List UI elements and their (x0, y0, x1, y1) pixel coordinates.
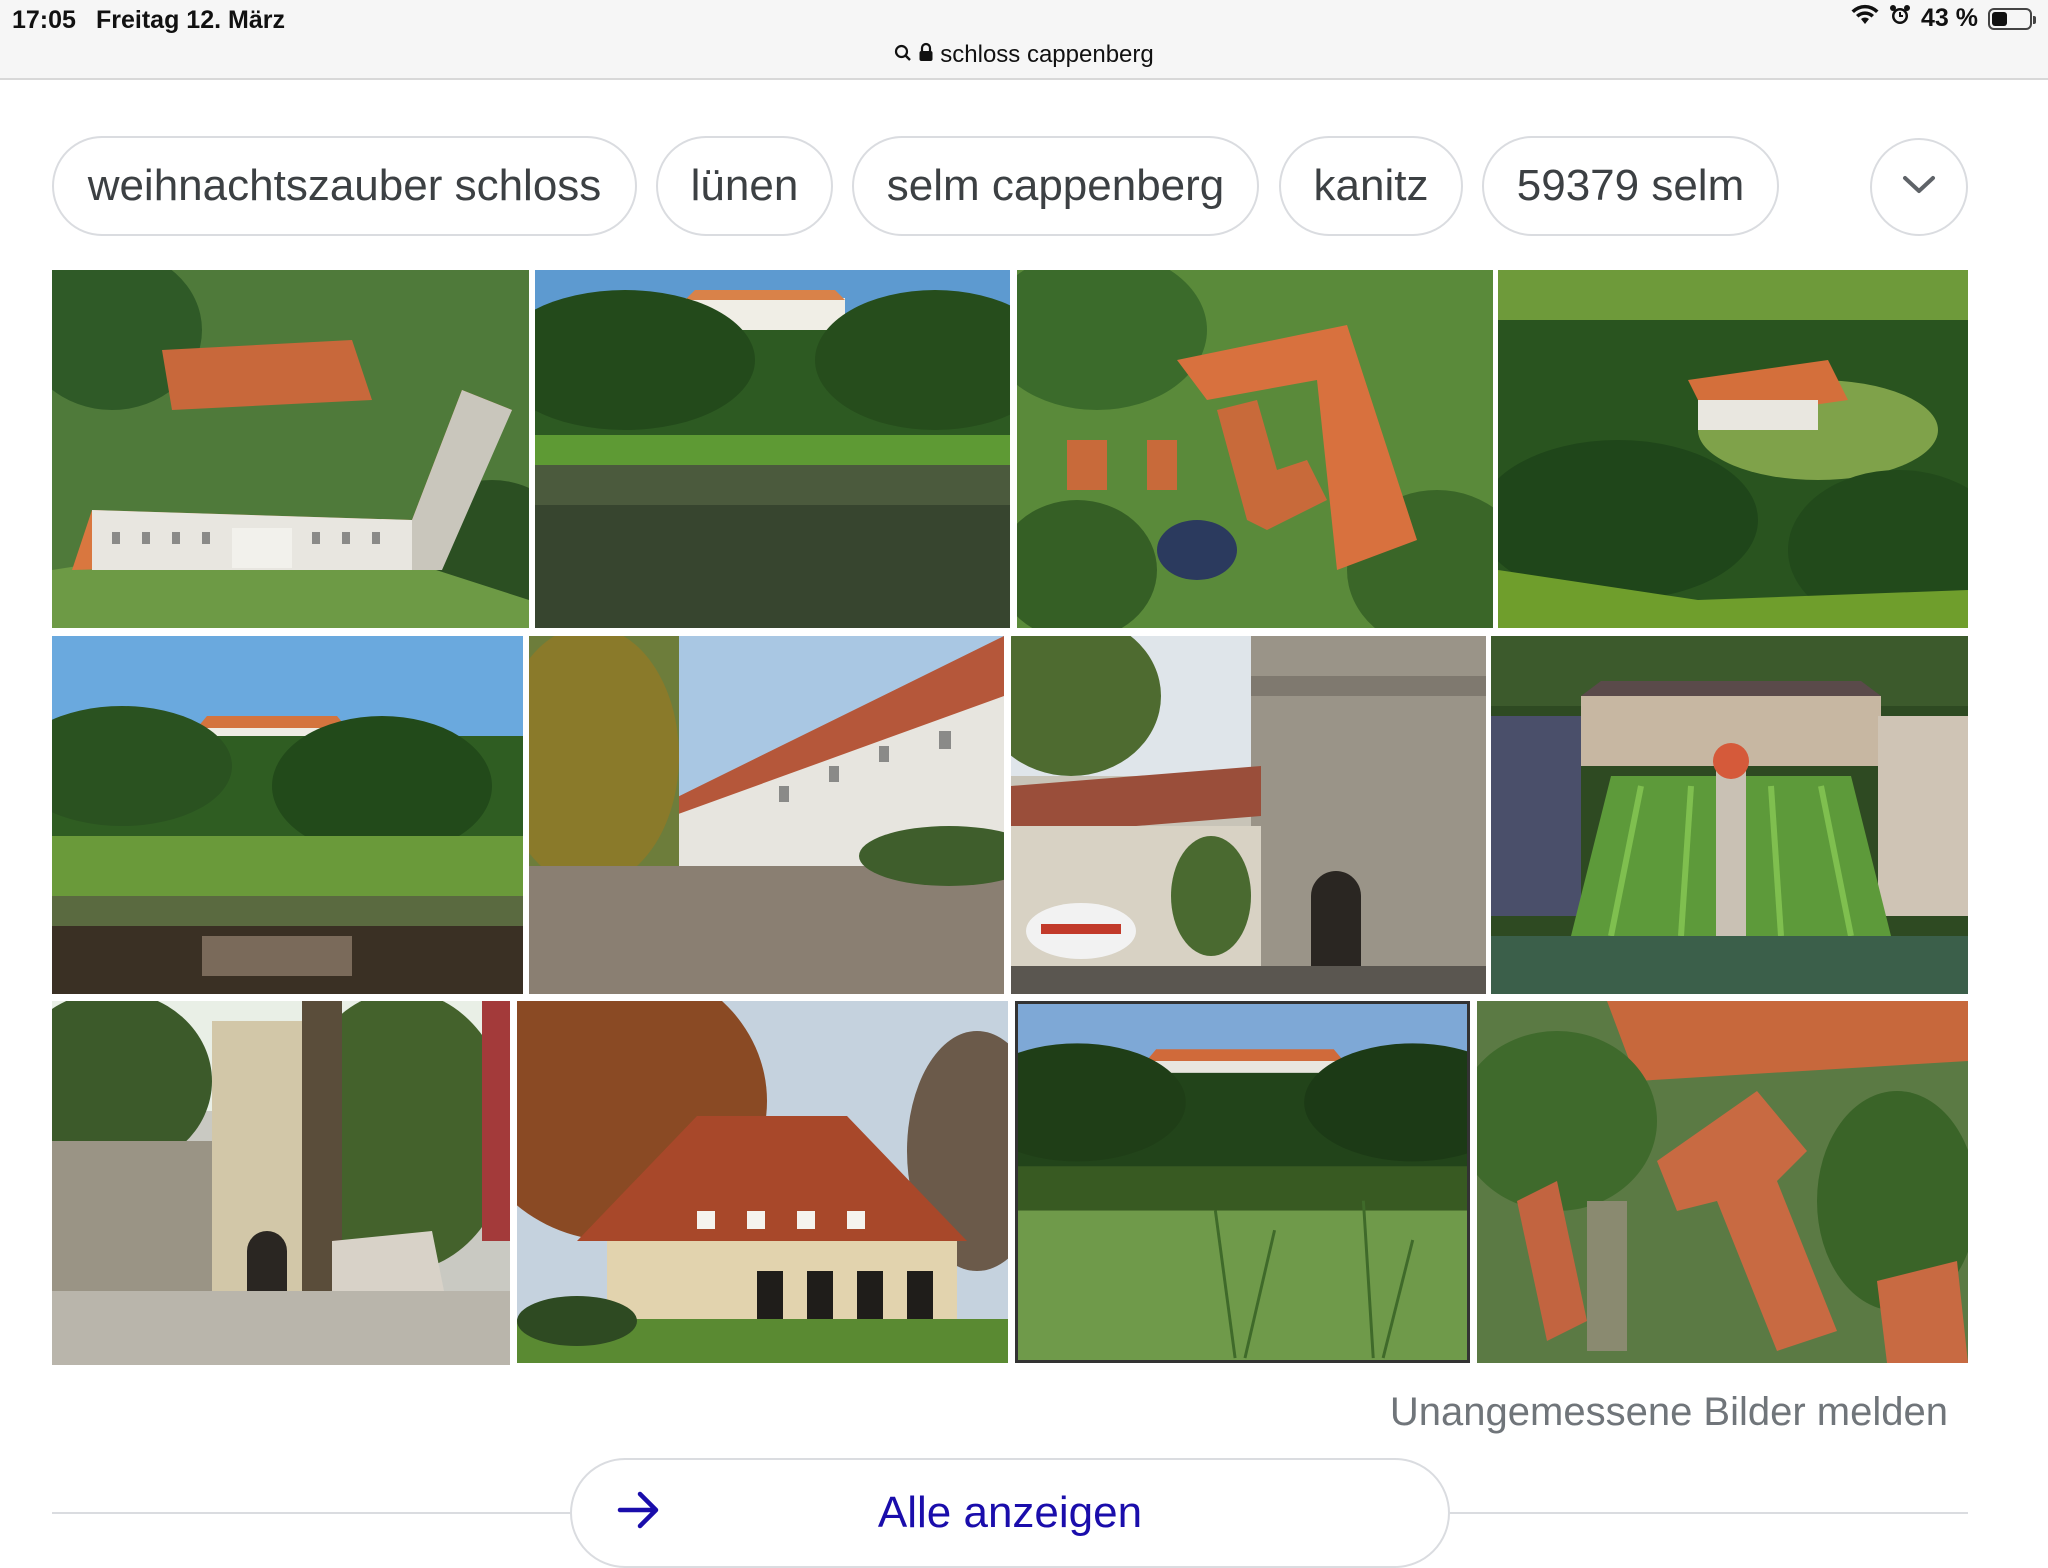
chip-selm-cappenberg[interactable]: selm cappenberg (852, 136, 1259, 236)
divider-left (52, 1512, 570, 1514)
image-result-castle-wing[interactable] (529, 636, 1004, 994)
image-result-castle-pond[interactable] (535, 270, 1010, 628)
image-result-half-timbered-house[interactable] (517, 1001, 1008, 1363)
image-result-baroque-palace[interactable] (1491, 636, 1968, 994)
chip-label: lünen (690, 161, 799, 210)
battery-icon (1988, 7, 2036, 30)
alarm-clock-icon (1889, 4, 1911, 33)
status-time: 17:05 (12, 6, 76, 34)
show-all-label: Alle anzeigen (877, 1488, 1143, 1537)
show-all-button[interactable]: Alle anzeigen (570, 1458, 1450, 1568)
report-inappropriate-images-link[interactable]: Unangemessene Bilder melden (1390, 1390, 1948, 1435)
chip-59379-selm[interactable]: 59379 selm (1482, 136, 1779, 236)
status-bar: 17:05 Freitag 12. März 43 % schloss capp… (0, 0, 2048, 80)
image-result-tower-car[interactable] (1011, 636, 1486, 994)
image-result-aerial-church[interactable] (1477, 1001, 1968, 1363)
status-indicators: 43 % (1851, 4, 2036, 33)
chip-label: selm cappenberg (886, 161, 1225, 210)
chip-weihnachtszauber-schloss[interactable]: weihnachtszauber schloss (52, 136, 637, 236)
image-result-castle-field[interactable] (1015, 1001, 1470, 1363)
chevron-down-icon (1901, 174, 1937, 201)
address-text: schloss cappenberg (940, 41, 1154, 68)
address-bar[interactable]: schloss cappenberg (0, 38, 2048, 72)
chip-label: kanitz (1313, 161, 1429, 210)
image-result-aerial-castle[interactable] (52, 270, 529, 628)
image-result-aerial-courtyard[interactable] (1017, 270, 1493, 628)
chip-kanitz[interactable]: kanitz (1279, 136, 1463, 236)
chip-luenen[interactable]: lünen (656, 136, 833, 236)
image-result-stone-tower[interactable] (52, 1001, 510, 1365)
chips-expand-button[interactable] (1870, 138, 1968, 236)
divider-right (1450, 1512, 1968, 1514)
search-icon (894, 41, 912, 69)
wifi-icon (1851, 4, 1879, 33)
image-result-aerial-forest[interactable] (1498, 270, 1968, 628)
image-result-lake-reflection[interactable] (52, 636, 523, 994)
battery-percent: 43 % (1921, 4, 1978, 32)
status-date: Freitag 12. März (96, 6, 285, 34)
chip-label: 59379 selm (1516, 161, 1745, 210)
chip-label: weihnachtszauber schloss (87, 161, 602, 210)
lock-icon (918, 41, 934, 69)
